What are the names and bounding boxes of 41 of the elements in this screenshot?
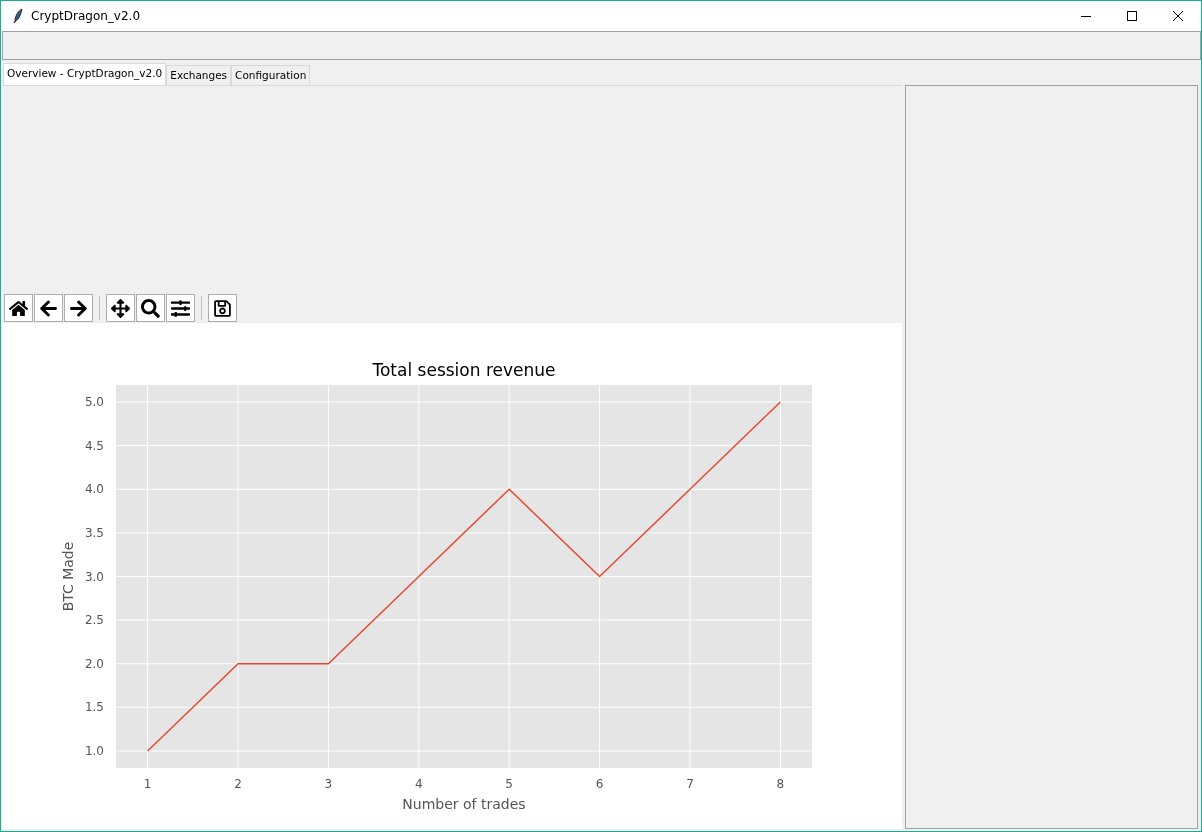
tab[interactable]: Configuration bbox=[231, 65, 311, 85]
feather-icon bbox=[13, 8, 23, 24]
y-tick-label: 5.0 bbox=[84, 395, 104, 409]
back-arrow-button[interactable] bbox=[34, 294, 63, 322]
chart-title: Total session revenue bbox=[372, 360, 556, 380]
x-tick-label: 1 bbox=[143, 777, 152, 791]
y-tick-label: 3.0 bbox=[84, 569, 104, 584]
x-axis-label: Number of trades bbox=[402, 796, 526, 812]
window-title: CryptDragon_v2.0 bbox=[31, 9, 141, 23]
y-tick-label: 4.0 bbox=[84, 482, 104, 497]
y-tick-label: 4.5 bbox=[84, 438, 104, 453]
x-tick-label: 5 bbox=[505, 777, 513, 791]
y-tick-label: 2.0 bbox=[84, 656, 104, 671]
sliders-button[interactable] bbox=[166, 294, 195, 322]
tab[interactable]: Exchanges bbox=[166, 65, 232, 85]
y-tick-label: 1.0 bbox=[84, 744, 104, 758]
y-tick-label: 1.5 bbox=[84, 700, 104, 715]
save-button[interactable] bbox=[208, 294, 237, 322]
tab[interactable]: Overview - CryptDragon_v2.0 bbox=[3, 63, 167, 85]
move-arrows-icon bbox=[111, 298, 130, 318]
close-icon bbox=[1173, 11, 1183, 21]
sliders-icon bbox=[171, 298, 190, 318]
x-tick-label: 6 bbox=[595, 777, 604, 791]
forward-arrow-icon bbox=[69, 298, 88, 318]
search-icon bbox=[141, 298, 160, 318]
y-axis-label: BTC Made bbox=[60, 541, 76, 612]
x-tick-label: 3 bbox=[324, 777, 333, 791]
maximize-icon bbox=[1127, 11, 1137, 21]
search-button[interactable] bbox=[136, 294, 165, 322]
x-tick-label: 4 bbox=[415, 777, 423, 791]
y-tick-label: 3.5 bbox=[84, 525, 104, 540]
x-tick-label: 2 bbox=[234, 777, 242, 791]
forward-arrow-button[interactable] bbox=[64, 294, 93, 322]
y-tick-label: 2.5 bbox=[84, 613, 104, 628]
x-tick-label: 8 bbox=[776, 777, 785, 791]
save-icon bbox=[213, 298, 232, 318]
x-tick-label: 7 bbox=[686, 777, 694, 791]
back-arrow-icon bbox=[39, 298, 58, 318]
move-arrows-button[interactable] bbox=[106, 294, 135, 322]
home-button[interactable] bbox=[4, 294, 33, 322]
home-icon bbox=[9, 298, 28, 318]
